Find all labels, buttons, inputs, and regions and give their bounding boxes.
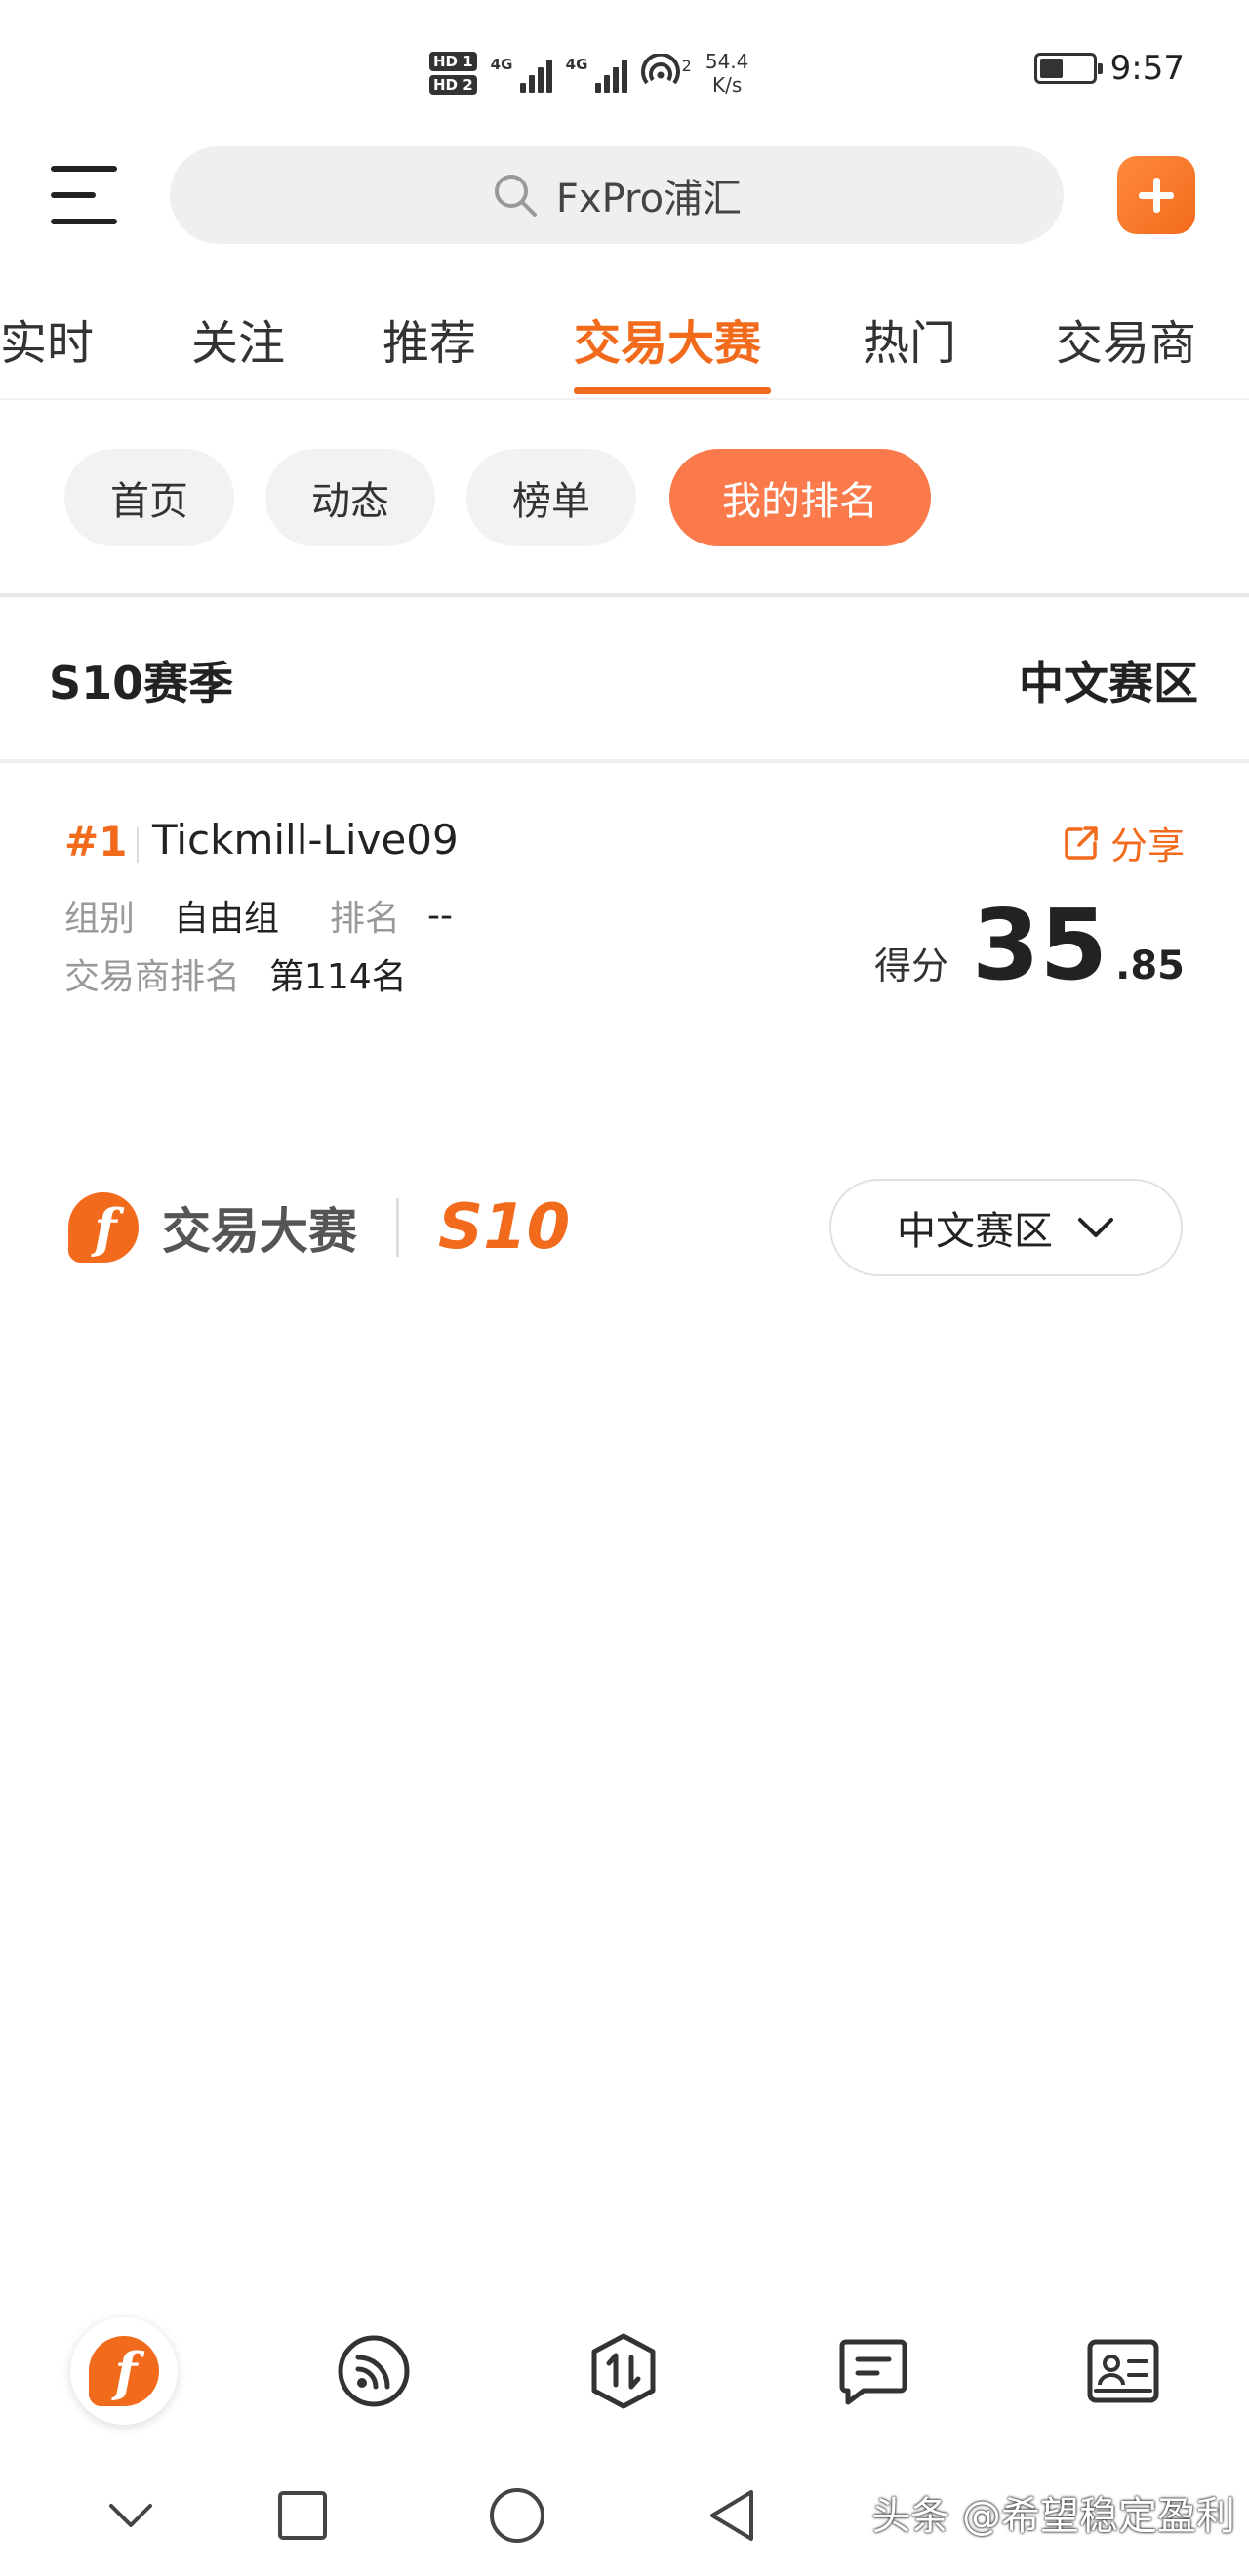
network-type-1: 4G: [490, 56, 513, 73]
chevron-down-icon: [1078, 1218, 1113, 1237]
search-text: FxPro浦汇: [555, 177, 743, 221]
sys-back-button[interactable]: [693, 2476, 771, 2555]
brand-logo-icon: f: [68, 1192, 139, 1263]
status-indicators: HD 1 HD 2 4G 4G 2 54.4 K/s: [429, 39, 748, 107]
sys-collapse-button[interactable]: [92, 2476, 170, 2555]
divider: [0, 759, 1249, 763]
search-icon: [494, 175, 537, 217]
hd-indicators: HD 1 HD 2: [429, 52, 477, 95]
share-button[interactable]: 分享: [1062, 816, 1185, 869]
nav-feed[interactable]: [320, 2317, 427, 2425]
network-type-2: 4G: [565, 56, 588, 73]
share-label: 分享: [1109, 825, 1185, 867]
tab-following[interactable]: 关注: [191, 304, 285, 373]
bottom-nav: f: [0, 2293, 1249, 2449]
group-row: 组别 自由组 排名 --: [64, 890, 453, 941]
active-tab-indicator: [574, 387, 771, 394]
divider: [0, 398, 1249, 400]
rank-number: #1: [64, 818, 128, 865]
nav-home[interactable]: f: [70, 2317, 178, 2425]
sys-home-button[interactable]: [478, 2476, 556, 2555]
hd2-badge: HD 2: [429, 75, 477, 95]
chip-leaderboard[interactable]: 榜单: [466, 449, 636, 546]
tab-trading-contest[interactable]: 交易大赛: [574, 304, 761, 373]
network-speed: 54.4 K/s: [705, 50, 749, 97]
trade-icon: [591, 2333, 656, 2409]
menu-icon-line: [51, 219, 117, 224]
score-label: 得分: [873, 945, 948, 987]
score-decimal: .85: [1115, 944, 1185, 988]
add-post-button[interactable]: [1117, 156, 1195, 234]
score: 得分 35 .85: [874, 892, 1185, 999]
group-value: 自由组: [174, 899, 280, 939]
broker-rank-row: 交易商排名 第114名: [64, 948, 407, 999]
watermark: 头条 @希望稳定盈利: [871, 2494, 1235, 2539]
broker-rank-value: 第114名: [269, 957, 407, 997]
chip-home[interactable]: 首页: [64, 449, 234, 546]
divider: [0, 593, 1249, 597]
signal-icon: 4G: [491, 54, 552, 93]
season-badge: S10: [438, 1191, 571, 1264]
speed-unit: K/s: [711, 73, 743, 97]
triangle-back-icon: [710, 2490, 753, 2541]
season-title: S10赛季: [49, 657, 234, 709]
rank-value: --: [427, 895, 454, 936]
status-right: 9:57: [1033, 49, 1185, 88]
brand-separator: [396, 1198, 399, 1257]
profile-card-icon: [1087, 2339, 1159, 2403]
tab-recommended[interactable]: 推荐: [383, 304, 476, 373]
menu-icon-line: [51, 166, 117, 172]
group-key: 组别: [64, 899, 136, 939]
tab-realtime[interactable]: 实时: [0, 304, 94, 373]
broker-rank-key: 交易商排名: [64, 957, 241, 997]
chevron-down-icon: [109, 2504, 152, 2527]
hotspot-count: 2: [681, 56, 692, 75]
brand-text: 交易大赛: [162, 1203, 357, 1260]
battery-icon: [1033, 53, 1103, 84]
menu-icon-line: [51, 192, 96, 198]
sys-recents-button[interactable]: [263, 2476, 342, 2555]
nav-trade[interactable]: [570, 2317, 677, 2425]
chip-my-ranking[interactable]: 我的排名: [669, 449, 931, 546]
feed-icon: [338, 2335, 410, 2407]
category-tabs: 实时 关注 推荐 交易大赛 热门 交易商: [0, 283, 1249, 400]
chip-activity[interactable]: 动态: [265, 449, 435, 546]
square-icon: [278, 2491, 327, 2540]
clock: 9:57: [1109, 49, 1185, 88]
contest-brand: f 交易大赛 S10: [64, 1188, 570, 1267]
status-bar: HD 1 HD 2 4G 4G 2 54.4 K/s 9:57: [0, 0, 1249, 137]
hd1-badge: HD 1: [429, 52, 477, 71]
tab-brokers[interactable]: 交易商: [1056, 304, 1196, 373]
signal-icon-2: 4G: [566, 54, 627, 93]
menu-button[interactable]: [51, 164, 119, 226]
circle-icon: [490, 2488, 544, 2543]
hotspot-icon: [640, 52, 680, 93]
share-icon: [1065, 825, 1098, 860]
rank-separator: [137, 827, 139, 863]
home-logo-icon: f: [89, 2336, 159, 2406]
rank-key: 排名: [330, 899, 401, 939]
speed-value: 54.4: [705, 50, 749, 73]
region-title: 中文赛区: [1019, 657, 1198, 709]
nav-messages[interactable]: [820, 2317, 927, 2425]
region-select[interactable]: 中文赛区: [829, 1179, 1183, 1276]
message-icon: [839, 2339, 907, 2405]
score-integer: 35: [971, 888, 1108, 1002]
search-bar[interactable]: FxPro浦汇: [170, 146, 1064, 244]
tab-hot[interactable]: 热门: [863, 304, 956, 373]
region-select-value: 中文赛区: [897, 1209, 1053, 1254]
nav-profile[interactable]: [1069, 2317, 1177, 2425]
account-name: Tickmill-Live09: [152, 816, 459, 864]
